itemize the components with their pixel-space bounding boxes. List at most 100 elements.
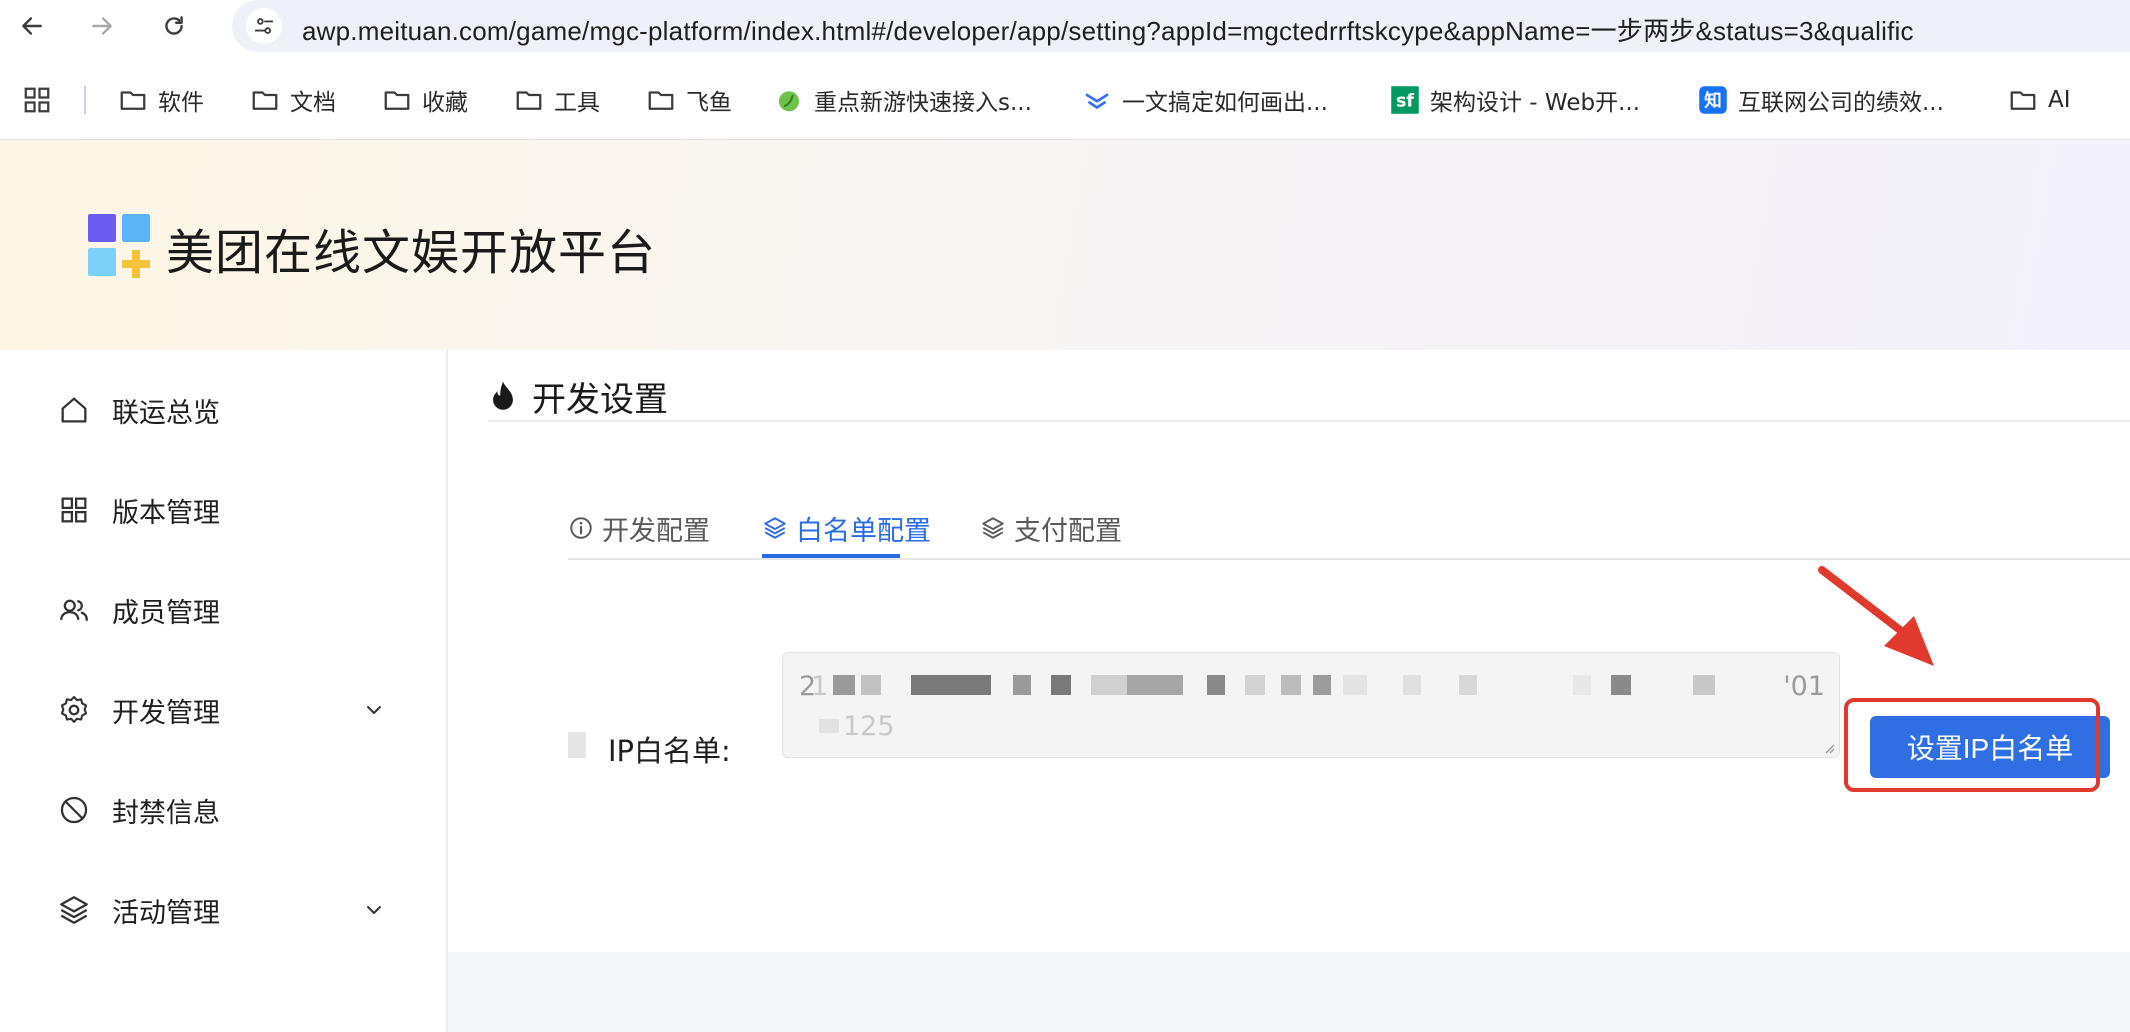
bookmark-label: 一文搞定如何画出...: [1122, 90, 1328, 116]
bookmark-folder[interactable]: 收藏: [382, 82, 468, 118]
redaction-block: [1051, 675, 1071, 695]
redaction-block: [1611, 675, 1631, 695]
home-icon: [56, 392, 92, 428]
annotation-highlight-box: [1844, 698, 2100, 792]
browser-toolbar: awp.meituan.com/game/mgc-platform/index.…: [0, 0, 2130, 52]
redaction-block: [1343, 675, 1367, 695]
back-button[interactable]: [14, 8, 50, 44]
bookmark-link[interactable]: sf 架构设计 - Web开...: [1390, 82, 1640, 118]
apps-grid-icon: [24, 87, 50, 113]
folder-icon: [2010, 91, 2036, 110]
sidebar-item-label: 成员管理: [112, 597, 220, 629]
bookmark-label: 工具: [554, 90, 600, 116]
redaction-block: [819, 719, 839, 733]
folder-icon: [648, 91, 674, 110]
active-tab-indicator: [762, 554, 900, 558]
redaction-block: [1127, 675, 1183, 695]
page-title-text: 开发设置: [532, 380, 668, 420]
main-bottom-area: [448, 952, 2130, 1032]
tune-icon: [254, 18, 274, 34]
sidebar-item-ban-info[interactable]: 封禁信息: [56, 786, 396, 834]
bookmark-link[interactable]: 知 互联网公司的绩效...: [1698, 82, 1944, 118]
bookmark-label: 架构设计 - Web开...: [1430, 90, 1640, 116]
sidebar-item-dev-management[interactable]: 开发管理: [56, 686, 396, 734]
bookmark-folder[interactable]: 飞鱼: [646, 82, 732, 118]
resize-handle[interactable]: [1821, 739, 1835, 754]
bookmark-label: 飞鱼: [686, 90, 732, 116]
grid-icon: [56, 492, 92, 528]
bookmark-folder[interactable]: AI: [2008, 82, 2071, 118]
ip-whitelist-label: IP白名单:: [608, 734, 731, 768]
tab-label: 白名单配置: [796, 515, 931, 547]
layers-icon: [982, 517, 1004, 539]
bookmark-label: 互联网公司的绩效...: [1738, 90, 1944, 116]
sidebar-item-label: 开发管理: [112, 697, 220, 729]
page-title: 开发设置: [488, 372, 668, 421]
sf-favicon-icon: sf: [1391, 86, 1419, 114]
bookmarks-bar: 软件 文档 收藏 工具 飞鱼 重点新游快速接入s... 一文搞定如何画出... …: [0, 70, 2130, 130]
redaction-block: [568, 732, 586, 758]
bookmark-label: 收藏: [422, 90, 468, 116]
ban-icon: [56, 792, 92, 828]
sidebar-item-label: 封禁信息: [112, 797, 220, 829]
folder-icon: [384, 91, 410, 110]
redaction-block: [1013, 675, 1031, 695]
platform-title: 美团在线文娱开放平台: [166, 225, 657, 281]
layers-icon: [56, 892, 92, 928]
ip-fragment: 1: [811, 671, 829, 702]
redaction-block: [911, 675, 991, 695]
bookmarks-divider: [84, 86, 86, 114]
sidebar-item-overview[interactable]: 联运总览: [56, 386, 396, 434]
sidebar-item-label: 版本管理: [112, 497, 220, 529]
layers-icon: [764, 517, 786, 539]
tab-label: 开发配置: [602, 515, 710, 547]
redaction-block: [833, 675, 855, 695]
forward-button[interactable]: [84, 8, 120, 44]
address-bar[interactable]: awp.meituan.com/game/mgc-platform/index.…: [232, 0, 2130, 52]
bookmark-link[interactable]: 重点新游快速接入s...: [774, 82, 1032, 118]
folder-icon: [252, 91, 278, 110]
url-text[interactable]: awp.meituan.com/game/mgc-platform/index.…: [302, 11, 1914, 48]
settings-tabs: 开发配置 白名单配置 支付配置: [568, 500, 2130, 560]
tab-dev-config[interactable]: 开发配置: [568, 500, 710, 556]
info-icon: [570, 517, 592, 539]
redaction-block: [1281, 675, 1301, 695]
chevron-down-icon[interactable]: [362, 698, 386, 722]
ip-fragment: 125: [843, 711, 895, 742]
bookmark-label: 文档: [290, 90, 336, 116]
apps-button[interactable]: [22, 82, 52, 118]
zhihu-favicon-icon: 知: [1699, 86, 1727, 114]
redaction-block: [1313, 675, 1331, 695]
app-header: 美团在线文娱开放平台: [0, 140, 2130, 350]
arrow-right-icon: [92, 17, 112, 35]
bookmark-label: 重点新游快速接入s...: [814, 90, 1032, 116]
leaf-favicon-icon: [779, 91, 799, 112]
bookmark-link[interactable]: 一文搞定如何画出...: [1082, 82, 1328, 118]
reload-button[interactable]: [156, 8, 192, 44]
redaction-block: [1245, 675, 1265, 695]
sidebar-item-version[interactable]: 版本管理: [56, 486, 396, 534]
chevron-down-icon[interactable]: [362, 898, 386, 922]
bookmark-folder[interactable]: 软件: [118, 82, 204, 118]
tab-payment-config[interactable]: 支付配置: [980, 500, 1122, 556]
resize-grip-icon: [1825, 744, 1835, 754]
arrow-left-icon: [22, 17, 42, 35]
bookmark-folder[interactable]: 工具: [514, 82, 600, 118]
main-content: 开发设置 开发配置 白名单配置 支付配置 IP白名单: 2 '01 1 125: [448, 350, 2130, 952]
bookmark-folder[interactable]: 文档: [250, 82, 336, 118]
redaction-block: [1091, 675, 1127, 695]
bookmark-label: 软件: [158, 90, 204, 116]
site-info-button[interactable]: [246, 8, 282, 44]
redaction-block: [1573, 675, 1591, 695]
zhihu-favicon-text: 知: [1704, 90, 1722, 111]
sidebar-item-activity[interactable]: 活动管理: [56, 886, 396, 934]
redaction-block: [1403, 675, 1421, 695]
redaction-block: [1693, 675, 1715, 695]
ip-whitelist-textarea[interactable]: 2 '01 1 125: [782, 652, 1840, 758]
platform-logo-icon[interactable]: [86, 212, 154, 280]
sidebar-item-members[interactable]: 成员管理: [56, 586, 396, 634]
tab-label: 支付配置: [1014, 515, 1122, 547]
tab-whitelist-config[interactable]: 白名单配置: [762, 500, 931, 556]
sidebar-item-label: 联运总览: [112, 397, 220, 429]
folder-icon: [516, 91, 542, 110]
